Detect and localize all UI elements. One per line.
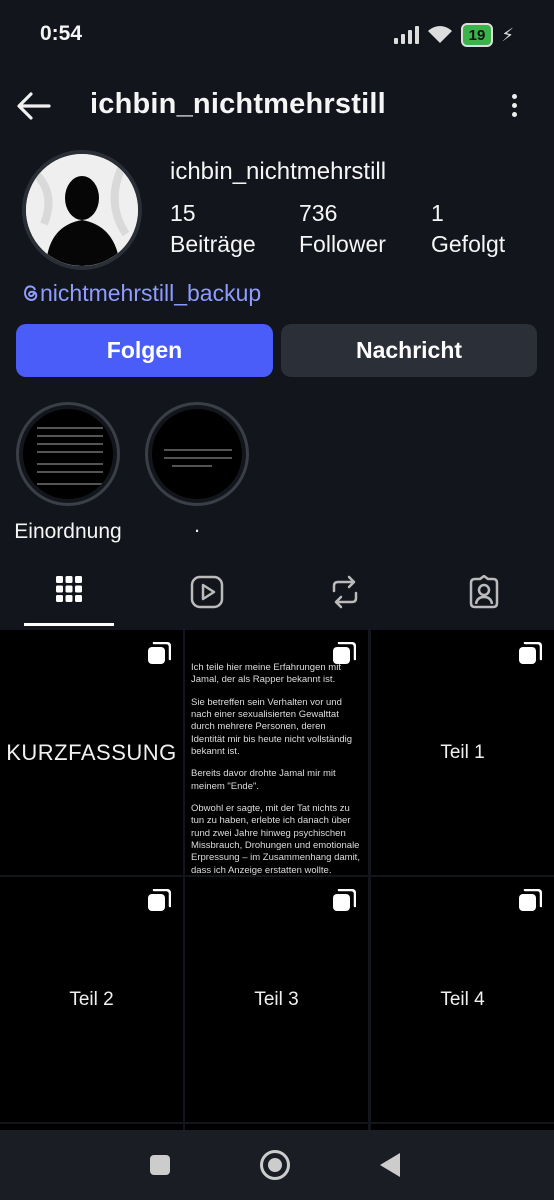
active-tab-indicator [24, 623, 114, 626]
status-bar: 0:54 19 ⚡ [0, 0, 554, 70]
battery-indicator: 19 [460, 23, 494, 47]
post-tile[interactable]: Teil 2 [0, 877, 183, 1122]
stat-label: Follower [299, 231, 386, 257]
stat-label: Beiträge [170, 231, 256, 257]
stat-value: 736 [299, 200, 338, 226]
app-header: ichbin_nichtmehrstill [0, 80, 554, 132]
post-tile[interactable]: Teil 4 [371, 877, 554, 1122]
highlight-ring [16, 402, 120, 506]
tab-reels[interactable] [161, 565, 253, 627]
more-options-icon[interactable] [510, 94, 518, 120]
tab-reposts[interactable] [299, 565, 391, 627]
system-back-icon[interactable] [380, 1153, 400, 1177]
highlight-thumbnail [23, 409, 113, 499]
stat-posts[interactable]: 15 Beiträge [170, 200, 256, 258]
post-paragraph: Sie betreffen sein Verhalten vor und nac… [191, 696, 353, 758]
grid-icon [56, 576, 82, 602]
tab-tagged[interactable] [438, 565, 530, 627]
wifi-icon [427, 26, 452, 43]
stat-followers[interactable]: 736 Follower [299, 200, 386, 258]
stat-value: 1 [431, 200, 444, 226]
stat-value: 15 [170, 200, 196, 226]
stat-following[interactable]: 1 Gefolgt [431, 200, 505, 258]
carousel-icon [148, 642, 171, 664]
post-title: KURZFASSUNG [6, 739, 177, 765]
profile-tabs [0, 565, 554, 627]
status-time: 0:54 [40, 22, 83, 45]
post-text: Ich teile hier meine Erfahrungen mit Jam… [191, 662, 360, 887]
system-nav-bar [0, 1130, 554, 1200]
carousel-icon [148, 889, 171, 911]
story-highlight[interactable] [16, 402, 120, 506]
highlight-ring [145, 402, 249, 506]
post-paragraph: Obwohl er sagte, mit der Tat nichts zu t… [191, 803, 360, 876]
carousel-icon [519, 889, 542, 911]
home-icon[interactable] [260, 1150, 290, 1180]
post-tile[interactable]: Teil 3 [185, 877, 368, 1122]
post-tile[interactable]: Teil 1 [371, 630, 554, 875]
status-icons: 19 ⚡ [393, 22, 514, 48]
post-title: Teil 1 [440, 741, 485, 763]
threads-icon [24, 285, 38, 302]
post-title: Teil 4 [440, 988, 485, 1010]
carousel-icon [333, 889, 356, 911]
highlight-thumbnail [152, 409, 242, 499]
reels-icon [190, 575, 224, 609]
post-title: Teil 3 [254, 988, 299, 1010]
tagged-icon [469, 575, 499, 609]
post-tile[interactable]: KURZFASSUNG [0, 630, 183, 875]
threads-handle: nichtmehrstill_backup [40, 280, 262, 306]
story-highlight[interactable]: . [145, 402, 249, 538]
carousel-icon [519, 642, 542, 664]
recents-icon[interactable] [150, 1155, 170, 1175]
story-highlight-label-wrap: Einordnung [0, 512, 136, 544]
back-arrow-icon[interactable] [16, 90, 52, 122]
message-button[interactable]: Nachricht [281, 324, 537, 377]
threads-link[interactable]: nichtmehrstill_backup [22, 280, 261, 307]
follow-button[interactable]: Folgen [16, 324, 273, 377]
profile-name: ichbin_nichtmehrstill [170, 158, 387, 185]
reposts-icon [332, 575, 358, 609]
post-title: Teil 2 [69, 988, 114, 1010]
post-paragraph: Ich teile hier meine Erfahrungen mit Jam… [191, 662, 341, 686]
signal-icon [393, 26, 419, 44]
highlight-label: . [194, 514, 200, 537]
avatar[interactable] [22, 150, 142, 270]
tab-posts[interactable] [23, 565, 115, 627]
header-title: ichbin_nichtmehrstill [90, 88, 386, 120]
post-tile[interactable]: Ich teile hier meine Erfahrungen mit Jam… [185, 630, 368, 876]
charging-icon: ⚡ [501, 24, 514, 45]
stat-label: Gefolgt [431, 231, 506, 257]
highlight-label: Einordnung [14, 520, 122, 543]
post-paragraph: Bereits davor drohte Jamal mir mit meine… [191, 768, 336, 792]
